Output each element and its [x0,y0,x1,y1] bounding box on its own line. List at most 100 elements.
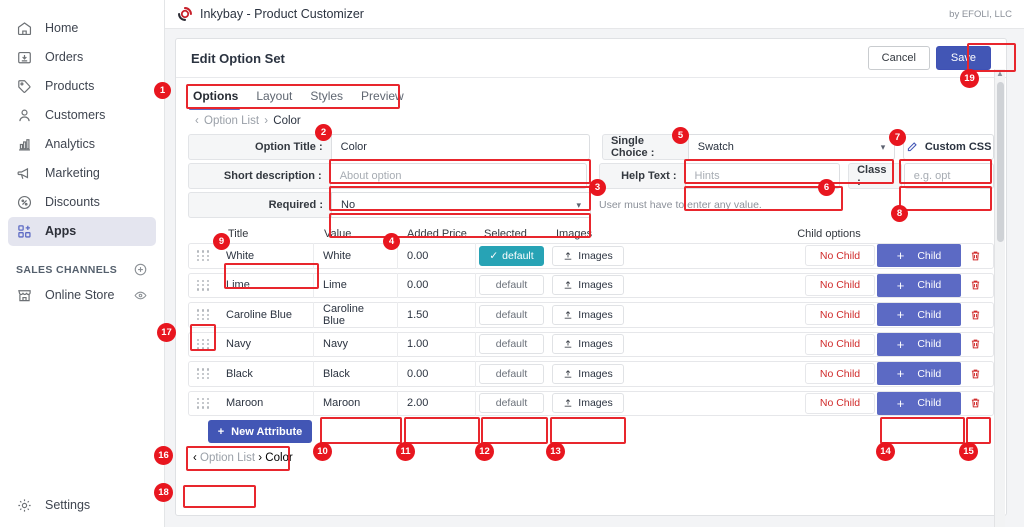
trash-icon[interactable] [969,337,982,351]
row-add-child-button[interactable]: +Child [877,244,961,267]
row-price-input[interactable]: 0.00 [398,361,476,387]
drag-handle-icon[interactable] [197,309,210,320]
chevron-down-icon: ▾ [881,142,886,153]
drag-handle-icon[interactable] [197,398,210,409]
new-attribute-button[interactable]: + New Attribute [208,420,312,443]
tab-layout[interactable]: Layout [254,89,308,110]
row-add-child-button[interactable]: +Child [877,362,961,385]
row-drag-handle[interactable] [189,309,217,320]
sidebar-item-apps[interactable]: Apps [8,217,156,246]
sidebar-item-online-store[interactable]: Online Store [8,281,156,310]
cancel-button[interactable]: Cancel [868,46,930,70]
row-delete-button[interactable] [961,249,989,263]
sidebar-item-products[interactable]: Products [8,72,156,101]
row-selected-toggle[interactable]: default [479,364,544,384]
row-delete-button[interactable] [961,278,989,292]
sidebar-item-discounts[interactable]: Discounts [8,188,156,217]
trash-icon[interactable] [969,367,982,381]
row-images-button[interactable]: Images [552,275,624,295]
row-title-input[interactable]: Lime [217,273,314,299]
option-title-input[interactable]: Color [331,134,590,160]
orders-icon [16,49,33,66]
tab-preview[interactable]: Preview [359,89,420,110]
row-title-input[interactable]: Caroline Blue [217,302,314,328]
row-images-button[interactable]: Images [552,334,624,354]
row-delete-button[interactable] [961,308,989,322]
trash-icon[interactable] [969,278,982,292]
sidebar-item-home[interactable]: Home [8,14,156,43]
row-selected-toggle[interactable]: default [479,305,544,325]
footer-option-list-link[interactable]: Option List [200,452,255,464]
trash-icon[interactable] [969,396,982,410]
sidebar-item-orders[interactable]: Orders [8,43,156,72]
row-title-input[interactable]: Navy [217,332,314,358]
row-selected-toggle[interactable]: default [479,334,544,354]
plus-icon: + [897,338,905,351]
eye-icon[interactable] [133,288,148,303]
row-selected-toggle[interactable]: default [479,393,544,413]
breadcrumb-option-list-link[interactable]: Option List [204,115,259,127]
row-drag-handle[interactable] [189,398,217,409]
sidebar-item-label: Customers [45,109,105,122]
row-images-label: Images [578,368,612,380]
row-price-input[interactable]: 0.00 [398,273,476,299]
row-value-input[interactable]: Navy [314,332,398,358]
drag-handle-icon[interactable] [197,339,210,350]
row-price-input[interactable]: 2.00 [398,391,476,417]
row-title-input[interactable]: White [217,243,314,269]
single-choice-select[interactable]: Swatch ▾ [688,134,895,160]
row-drag-handle[interactable] [189,339,217,350]
sidebar-item-analytics[interactable]: Analytics [8,130,156,159]
row-drag-handle[interactable] [189,250,217,261]
single-choice-value: Swatch [698,141,734,153]
row-price-input[interactable]: 0.00 [398,243,476,269]
row-images-button[interactable]: Images [552,246,624,266]
row-value-input[interactable]: Black [314,361,398,387]
scrollbar-thumb[interactable] [997,82,1004,242]
save-button[interactable]: Save [936,46,991,70]
sidebar-item-settings[interactable]: Settings [0,491,165,519]
row-images-button[interactable]: Images [552,393,624,413]
vertical-scrollbar[interactable]: ▲ ▼ [994,69,1005,527]
sidebar-item-customers[interactable]: Customers [8,101,156,130]
header-actions: Cancel Save [868,46,991,70]
row-drag-handle[interactable] [189,280,217,291]
row-price-input[interactable]: 1.00 [398,332,476,358]
scroll-up-arrow[interactable]: ▲ [996,69,1004,78]
row-add-child-button[interactable]: +Child [877,303,961,326]
row-add-child-button[interactable]: +Child [877,274,961,297]
row-value-input[interactable]: Maroon [314,391,398,417]
tab-styles[interactable]: Styles [308,89,359,110]
row-selected-toggle[interactable]: ✓default [479,246,544,266]
row-title-input[interactable]: Black [217,361,314,387]
help-text-input[interactable]: Hints [685,163,841,189]
row-value-input[interactable]: Lime [314,273,398,299]
table-row: Caroline BlueCaroline Blue1.50defaultIma… [188,302,994,328]
trash-icon[interactable] [969,308,982,322]
row-images-button[interactable]: Images [552,364,624,384]
callout-badge-17: 17 [157,323,176,342]
short-description-input[interactable]: About option [330,163,588,189]
class-input[interactable]: e.g. opt [904,163,994,189]
row-drag-handle[interactable] [189,368,217,379]
sidebar-item-marketing[interactable]: Marketing [8,159,156,188]
row-child-label: Child [917,338,941,350]
row-delete-button[interactable] [961,396,989,410]
custom-css-button[interactable]: Custom CSS [903,134,994,160]
plus-circle-icon[interactable] [133,262,148,277]
row-delete-button[interactable] [961,367,989,381]
trash-icon[interactable] [969,249,982,263]
required-select[interactable]: No ▾ [331,192,591,218]
row-add-child-button[interactable]: +Child [877,392,961,415]
row-price-input[interactable]: 1.50 [398,302,476,328]
row-title-input[interactable]: Maroon [217,391,314,417]
row-images-button[interactable]: Images [552,305,624,325]
row-value-input[interactable]: Caroline Blue [314,302,398,328]
drag-handle-icon[interactable] [197,250,210,261]
row-add-child-button[interactable]: + Child [877,333,961,356]
drag-handle-icon[interactable] [197,368,210,379]
tab-options[interactable]: Options [193,89,254,110]
drag-handle-icon[interactable] [197,280,210,291]
row-delete-button[interactable] [961,337,989,351]
row-selected-toggle[interactable]: default [479,275,544,295]
